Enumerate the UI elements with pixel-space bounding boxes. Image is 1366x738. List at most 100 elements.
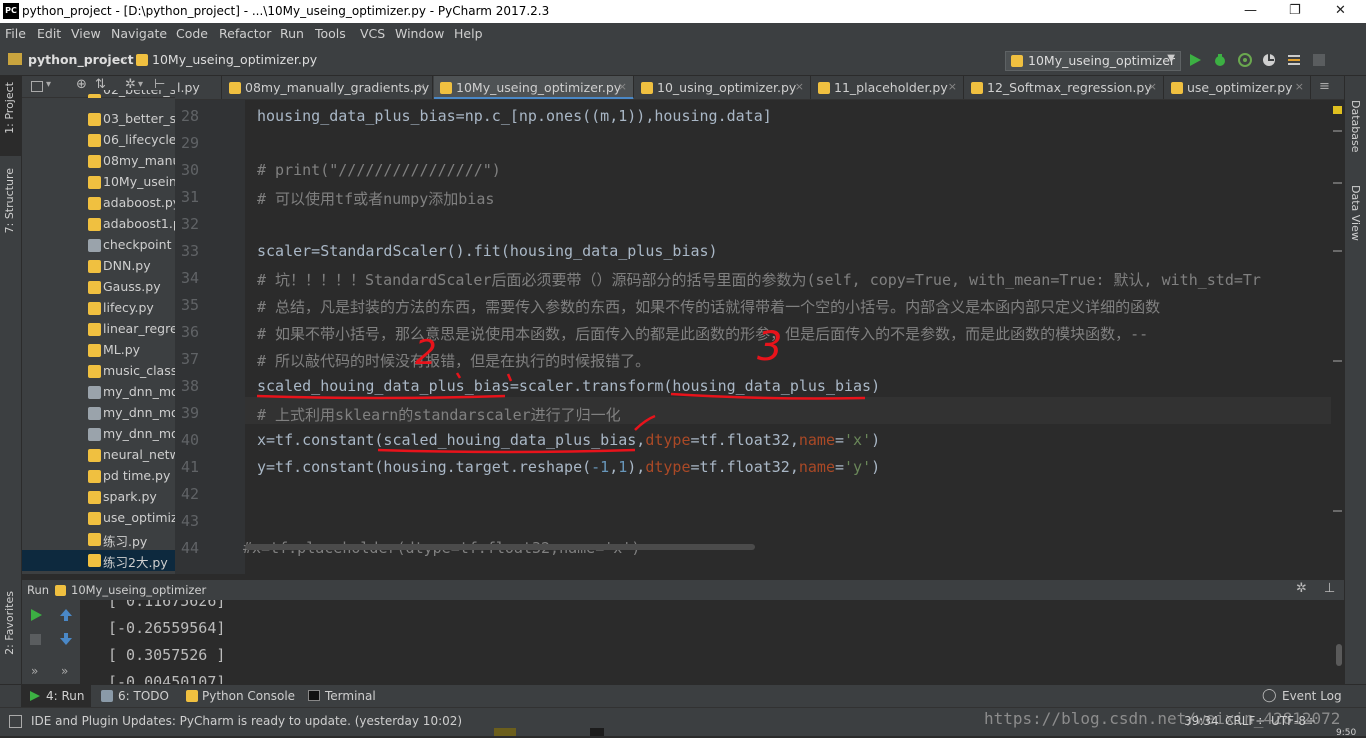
- console-scrollbar[interactable]: [1336, 644, 1342, 666]
- line-separator[interactable]: CRLF÷: [1225, 714, 1265, 728]
- favorites-toolwindow-tab[interactable]: 2: Favorites: [0, 591, 22, 671]
- editor-tab-active[interactable]: 10My_useing_optimizer.py ×: [434, 76, 634, 99]
- close-tab-icon[interactable]: ×: [795, 80, 804, 93]
- menu-edit[interactable]: Edit: [37, 26, 61, 41]
- menu-window[interactable]: Window: [395, 26, 444, 41]
- close-tab-icon[interactable]: ×: [618, 80, 627, 93]
- status-message[interactable]: IDE and Plugin Updates: PyCharm is ready…: [31, 714, 462, 728]
- menu-view[interactable]: View: [71, 26, 101, 41]
- toggle-tool-windows-icon[interactable]: [9, 715, 22, 728]
- view-dropdown-icon[interactable]: ▾: [46, 79, 51, 90]
- project-file-item[interactable]: 03_better_se: [22, 109, 175, 130]
- tab-list-icon[interactable]: ≡: [1319, 79, 1330, 94]
- breadcrumb-project[interactable]: python_project: [28, 52, 134, 67]
- hide-panel-icon[interactable]: ⊥: [1324, 581, 1335, 596]
- editor-tab[interactable]: 08my_manually_gradients.py ×: [223, 76, 433, 99]
- code-editor[interactable]: 28 29 30 31 32 33 34 35 36 37 38 39 40 4…: [175, 100, 1344, 574]
- menu-code[interactable]: Code: [176, 26, 208, 41]
- project-file-item[interactable]: neural_netw: [22, 445, 175, 466]
- rerun-icon[interactable]: [29, 608, 43, 622]
- editor-tab[interactable]: 10_using_optimizer.py ×: [635, 76, 811, 99]
- run-configuration-label: 10My_useing_optimizer: [1028, 53, 1176, 68]
- python-file-icon: [641, 82, 653, 94]
- menu-refactor[interactable]: Refactor: [219, 26, 271, 41]
- menu-vcs[interactable]: VCS: [360, 26, 385, 41]
- structure-tab-label: 7: Structure: [3, 168, 16, 234]
- project-file-item[interactable]: adaboost.py: [22, 193, 175, 214]
- database-toolwindow-tab[interactable]: Database: [1345, 86, 1366, 156]
- more-left-icon[interactable]: »: [31, 664, 38, 678]
- run-icon[interactable]: [1188, 53, 1202, 67]
- project-file-item[interactable]: 06_lifecycle.p: [22, 130, 175, 151]
- status-extra: 9:50: [1336, 728, 1357, 738]
- project-file-item[interactable]: DNN.py: [22, 256, 175, 277]
- more-right-icon[interactable]: »: [61, 664, 68, 678]
- menu-run[interactable]: Run: [280, 26, 304, 41]
- project-file-item[interactable]: linear_regre: [22, 319, 175, 340]
- scroll-up-icon[interactable]: [59, 608, 73, 622]
- tool-tab-todo[interactable]: 6: TODO: [118, 689, 169, 703]
- project-file-item-selected[interactable]: 练习2大.py: [22, 550, 175, 571]
- tool-tab-run[interactable]: 4: Run: [21, 685, 91, 707]
- menu-tools[interactable]: Tools: [315, 26, 346, 41]
- project-toolwindow-tab[interactable]: 1: Project: [0, 76, 22, 156]
- editor-tab[interactable]: use_optimizer.py ×: [1165, 76, 1311, 99]
- tool-tab-terminal[interactable]: Terminal: [325, 689, 376, 703]
- run-panel-header: Run 10My_useing_optimizer ✲ ⊥: [22, 580, 1344, 600]
- stop-icon[interactable]: [30, 634, 41, 645]
- maximize-button[interactable]: ❐: [1289, 3, 1301, 18]
- editor-horizontal-scrollbar[interactable]: [245, 544, 755, 550]
- project-file-item[interactable]: ML.py: [22, 340, 175, 361]
- menu-help[interactable]: Help: [454, 26, 483, 41]
- python-file-icon: [88, 134, 101, 147]
- project-file-item[interactable]: Gauss.py: [22, 277, 175, 298]
- menu-file[interactable]: File: [5, 26, 26, 41]
- tool-tab-event-log[interactable]: Event Log: [1282, 689, 1342, 703]
- coverage-icon[interactable]: [1237, 52, 1253, 68]
- project-file-item[interactable]: 练习.py: [22, 529, 175, 550]
- model-file-icon: [88, 428, 101, 441]
- project-file-item[interactable]: checkpoint: [22, 235, 175, 256]
- project-file-item[interactable]: 10My_useing: [22, 172, 175, 193]
- project-file-item[interactable]: my_dnn_moc: [22, 424, 175, 445]
- scroll-down-icon[interactable]: [59, 632, 73, 646]
- project-file-item[interactable]: pd time.py: [22, 466, 175, 487]
- build-icon[interactable]: [1286, 52, 1302, 68]
- profile-icon[interactable]: [1261, 52, 1277, 68]
- menu-navigate[interactable]: Navigate: [111, 26, 167, 41]
- project-file-item[interactable]: music_classi: [22, 361, 175, 382]
- project-file-item[interactable]: lifecy.py: [22, 298, 175, 319]
- stop-icon[interactable]: [1313, 54, 1325, 66]
- project-file-item[interactable]: spark.py: [22, 487, 175, 508]
- project-file-item[interactable]: use_optimize: [22, 508, 175, 529]
- project-file-item[interactable]: my_dnn_moc: [22, 382, 175, 403]
- debug-icon[interactable]: [1212, 52, 1228, 68]
- project-file-item[interactable]: 08my_manua: [22, 151, 175, 172]
- close-tab-icon[interactable]: ×: [417, 80, 426, 93]
- file-encoding[interactable]: UTF-8÷: [1271, 714, 1316, 728]
- caret-position[interactable]: 39:34: [1184, 714, 1219, 728]
- tool-tab-python-console[interactable]: Python Console: [202, 689, 295, 703]
- close-tab-icon[interactable]: ×: [1295, 80, 1304, 93]
- editor-tab[interactable]: l.py: [175, 76, 222, 99]
- python-file-icon: [971, 82, 983, 94]
- close-button[interactable]: ✕: [1335, 3, 1346, 18]
- project-file-item[interactable]: my_dnn_moc: [22, 403, 175, 424]
- close-tab-icon[interactable]: ×: [1148, 80, 1157, 93]
- structure-toolwindow-tab[interactable]: 7: Structure: [0, 168, 22, 258]
- status-bar: IDE and Plugin Updates: PyCharm is ready…: [0, 707, 1366, 738]
- editor-tab[interactable]: 11_placeholder.py ×: [812, 76, 964, 99]
- dataview-toolwindow-tab[interactable]: Data View: [1345, 171, 1366, 251]
- project-file-item[interactable]: adaboost1.p: [22, 214, 175, 235]
- chevron-down-icon: ▼: [1167, 53, 1175, 64]
- minimize-button[interactable]: —: [1244, 3, 1257, 18]
- run-configuration-select[interactable]: 10My_useing_optimizer ▼: [1005, 51, 1181, 71]
- gear-dropdown-icon[interactable]: ▾: [138, 79, 143, 90]
- close-tab-icon[interactable]: ×: [948, 80, 957, 93]
- breadcrumb-file[interactable]: 10My_useing_optimizer.py: [152, 52, 317, 67]
- run-panel-title: Run: [27, 583, 50, 597]
- python-file-icon: [88, 533, 101, 546]
- gear-icon[interactable]: ✲: [1296, 581, 1307, 596]
- editor-tab[interactable]: 12_Softmax_regression.py ×: [965, 76, 1164, 99]
- project-file-item[interactable]: 02_better_sc: [22, 90, 175, 98]
